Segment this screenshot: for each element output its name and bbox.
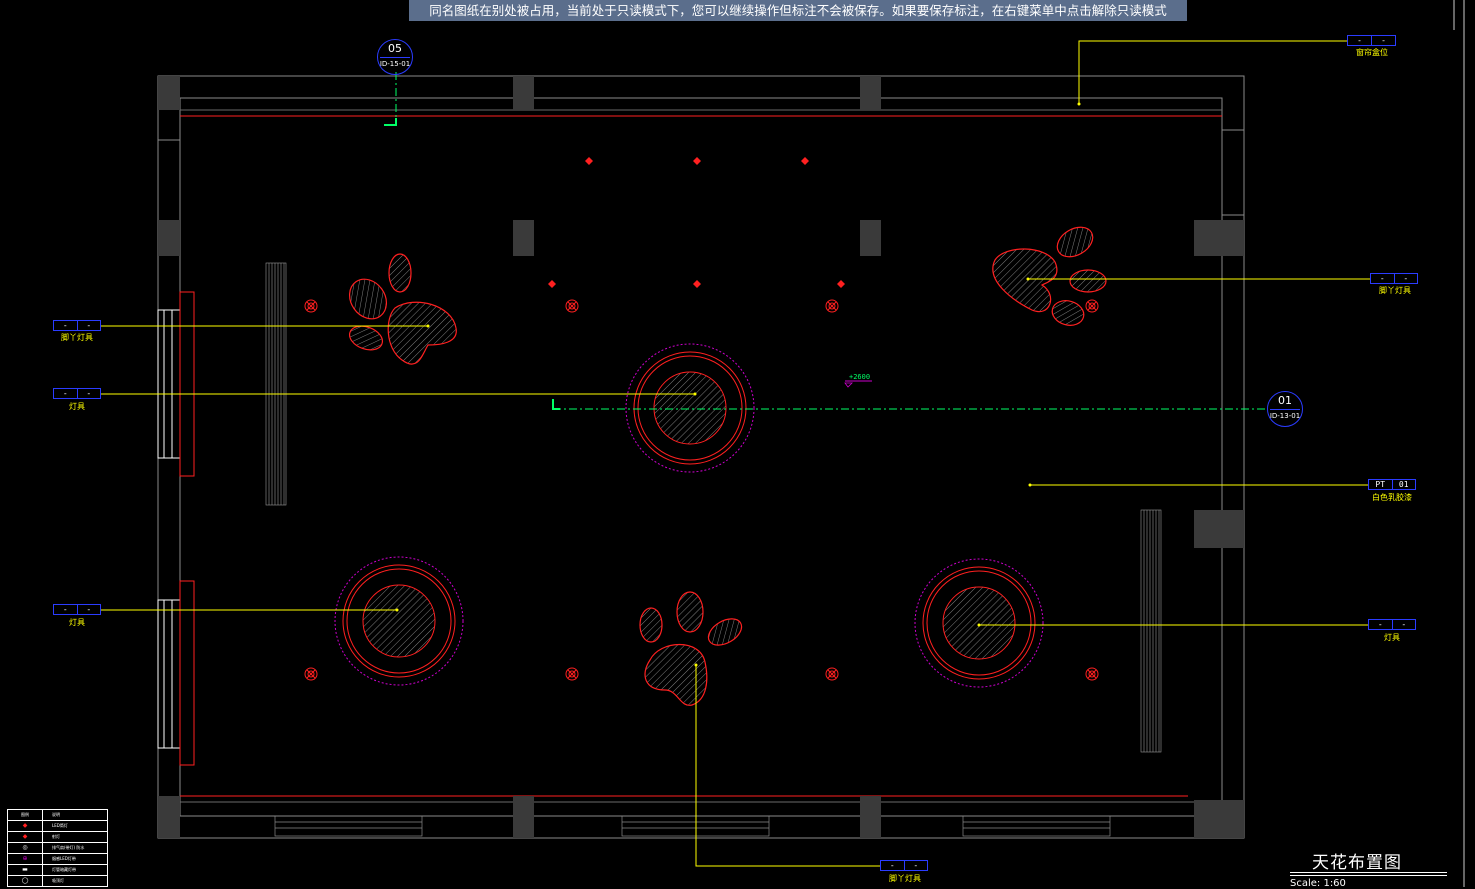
paw-light-bottom-center [639, 591, 743, 706]
title-underline [1290, 872, 1447, 873]
tag-code: - [1377, 620, 1383, 629]
room-walls [157, 75, 1245, 839]
cad-drawing-canvas[interactable] [0, 0, 1475, 887]
round-pendant-bottom-left [334, 556, 464, 686]
legend-text: 烟感LED灯带 [52, 856, 76, 861]
section-reference: ID-15-01 [379, 60, 411, 68]
section-number: 01 [1278, 394, 1292, 407]
tag-light-bottom-left[interactable]: - - [53, 604, 101, 615]
legend-header-description: 说明 [52, 812, 60, 817]
linear-diffuser-left [265, 262, 287, 506]
legend-symbol: ⊕ [8, 854, 43, 864]
legend-symbol: ◯ [8, 876, 43, 886]
tag-number: - [76, 605, 101, 614]
tag-label-light-bottom-left: 灯具 [69, 618, 85, 627]
legend-text: 射灯 [52, 834, 60, 839]
tag-paw-light-right[interactable]: - - [1370, 273, 1418, 284]
tag-number: - [76, 321, 101, 330]
tag-number: - [1393, 274, 1418, 283]
tag-label-curtain-box: 窗帘盒位 [1356, 48, 1388, 57]
tag-label-paint: 白色乳胶漆 [1372, 493, 1412, 502]
tag-label-paw-light-right: 脚丫灯具 [1379, 286, 1411, 295]
paw-light-upper-left [348, 253, 457, 365]
structural-columns [158, 76, 1244, 838]
section-reference: ID-13-01 [1269, 412, 1301, 420]
section-divider [380, 57, 410, 58]
legend-text: 吸顶灯 [52, 878, 64, 883]
legend-row: ◆ 射灯 [8, 832, 107, 843]
tag-light-center[interactable]: - - [53, 388, 101, 399]
legend-symbol: ◆ [8, 821, 43, 831]
tag-paint-pt01[interactable]: PT 01 [1368, 479, 1416, 490]
tag-label-light-bottom-right: 灯具 [1384, 633, 1400, 642]
tag-number: - [1391, 620, 1416, 629]
round-pendant-bottom-right [914, 558, 1044, 688]
tag-curtain-box[interactable]: - - [1347, 35, 1396, 46]
tag-light-bottom-right[interactable]: - - [1368, 619, 1416, 630]
drawing-title: 天花布置图 [1312, 853, 1402, 873]
legend-symbol: ◎ [8, 843, 43, 853]
legend-text: 排气扇(带灯) 防水 [52, 845, 85, 850]
tag-paw-light-left[interactable]: - - [53, 320, 101, 331]
legend-header-symbol: 图例 [8, 810, 43, 820]
legend-text: 灯管暗藏灯带 [52, 867, 76, 872]
spot-lights [548, 157, 845, 288]
legend-symbol: ▬ [8, 865, 43, 875]
tag-code: - [889, 861, 895, 870]
leader-dots [395, 102, 1081, 667]
tag-label-light-center: 灯具 [69, 402, 85, 411]
legend-row: ◯ 吸顶灯 [8, 876, 107, 887]
legend-header: 图例 说明 [8, 810, 107, 821]
tag-number: - [1371, 36, 1395, 45]
tag-paw-light-bottom[interactable]: - - [880, 860, 928, 871]
tag-code: - [1357, 36, 1362, 45]
leader-lines [101, 40, 1370, 867]
left-windows [157, 291, 195, 766]
linear-diffuser-right [1140, 509, 1162, 753]
paw-light-upper-right [992, 226, 1107, 326]
sheet-border [1453, 0, 1465, 887]
tag-code: - [62, 321, 68, 330]
legend-row: ▬ 灯管暗藏灯带 [8, 865, 107, 876]
tag-code: - [62, 389, 68, 398]
legend-text: LED筒灯 [52, 823, 68, 828]
legend-row: ◆ LED筒灯 [8, 821, 107, 832]
tag-number: - [76, 389, 101, 398]
legend-row: ◎ 排气扇(带灯) 防水 [8, 843, 107, 854]
title-underline-secondary [1290, 875, 1447, 876]
drawing-scale: Scale: 1:60 [1290, 878, 1346, 889]
section-divider [1270, 409, 1300, 410]
tag-label-paw-light-bottom: 脚丫灯具 [889, 874, 921, 883]
bottom-windows [274, 815, 1111, 837]
section-bubble-05[interactable]: 05 ID-15-01 [377, 39, 413, 75]
tag-code: - [1379, 274, 1385, 283]
legend-symbol: ◆ [8, 832, 43, 842]
legend-row: ⊕ 烟感LED灯带 [8, 854, 107, 865]
readonly-notice-banner[interactable]: 同名图纸在别处被占用，当前处于只读模式下，您可以继续操作但标注不会被保存。如果要… [409, 0, 1187, 21]
tag-code: PT [1375, 480, 1386, 489]
tag-label-paw-light-left: 脚丫灯具 [61, 333, 93, 342]
round-pendant-center [625, 343, 755, 473]
section-number: 05 [388, 42, 402, 55]
lighting-legend-table[interactable]: 图例 说明 ◆ LED筒灯 ◆ 射灯 ◎ 排气扇(带灯) 防水 ⊕ 烟感LED灯… [7, 809, 108, 887]
ceiling-level-annotation: +2600 [849, 373, 871, 381]
tag-number: - [903, 861, 928, 870]
tag-code: - [62, 605, 68, 614]
tag-number: 01 [1391, 480, 1416, 489]
section-bubble-01[interactable]: 01 ID-13-01 [1267, 391, 1303, 427]
